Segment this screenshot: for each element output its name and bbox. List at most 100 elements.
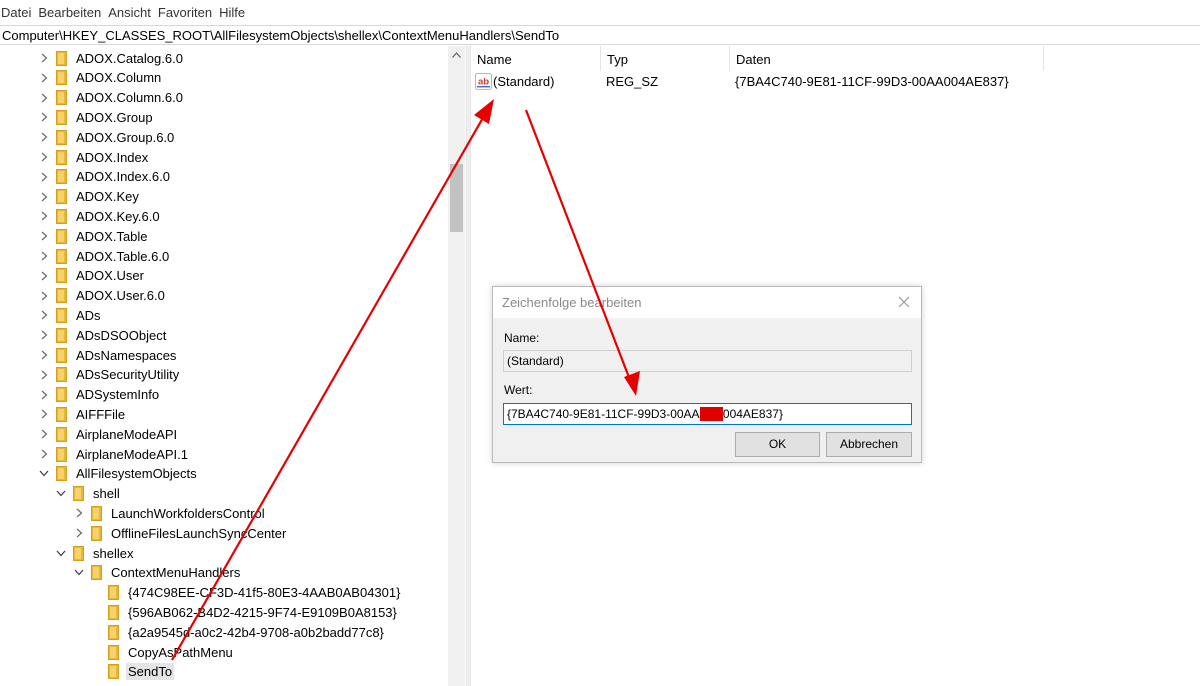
tree-item[interactable]: AIFFFile: [38, 404, 127, 424]
chevron-down-icon[interactable]: [55, 488, 67, 500]
tree-item[interactable]: ADOX.Catalog.6.0: [38, 48, 185, 68]
tree-item[interactable]: ADOX.Group: [38, 107, 155, 127]
tree-item[interactable]: {a2a9545d-a0c2-42b4-9708-a0b2badd77c8}: [90, 622, 386, 642]
tree-item[interactable]: ADOX.Column: [38, 68, 163, 88]
tree-item[interactable]: ADOX.Column.6.0: [38, 88, 185, 108]
tree-item[interactable]: ADOX.Index.6.0: [38, 167, 172, 187]
folder-icon: [108, 644, 119, 660]
chevron-right-icon[interactable]: [38, 389, 50, 401]
tree-item[interactable]: shellex: [55, 543, 135, 563]
chevron-right-icon[interactable]: [38, 428, 50, 440]
tree-item[interactable]: ADSystemInfo: [38, 385, 161, 405]
tree-item-label: shellex: [93, 545, 134, 561]
folder-icon: [56, 387, 67, 403]
tree-item[interactable]: ADsSecurityUtility: [38, 365, 181, 385]
tree-item-label: ADsSecurityUtility: [76, 367, 180, 383]
chevron-right-icon[interactable]: [38, 92, 50, 104]
chevron-right-icon[interactable]: [73, 527, 85, 539]
folder-icon: [56, 446, 67, 462]
tree-item[interactable]: LaunchWorkfoldersControl: [73, 503, 267, 523]
menu-datei[interactable]: Datei: [0, 5, 35, 20]
chevron-right-icon[interactable]: [38, 191, 50, 203]
chevron-right-icon[interactable]: [38, 72, 50, 84]
ok-button[interactable]: OK: [735, 432, 820, 457]
chevron-right-icon[interactable]: [38, 408, 50, 420]
tree-item-label: SendTo: [126, 663, 175, 681]
chevron-right-icon[interactable]: [38, 369, 50, 381]
chevron-right-icon[interactable]: [38, 270, 50, 282]
tree-item[interactable]: ADOX.Table: [38, 226, 150, 246]
folder-icon: [56, 288, 67, 304]
tree-item[interactable]: ADOX.Index: [38, 147, 150, 167]
tree-item[interactable]: ADOX.Table.6.0: [38, 246, 171, 266]
tree-scrollbar[interactable]: [448, 46, 465, 686]
list-row[interactable]: ab (Standard) REG_SZ {7BA4C740-9E81-11CF…: [471, 73, 1046, 91]
chevron-right-icon[interactable]: [38, 131, 50, 143]
address-bar[interactable]: Computer\HKEY_CLASSES_ROOT\AllFilesystem…: [0, 25, 1200, 45]
chevron-right-icon[interactable]: [38, 230, 50, 242]
chevron-right-icon[interactable]: [38, 171, 50, 183]
tree-item[interactable]: AllFilesystemObjects: [38, 464, 199, 484]
tree-item-label: OfflineFilesLaunchSyncCenter: [111, 525, 287, 541]
folder-icon: [56, 327, 67, 343]
folder-icon: [91, 505, 102, 521]
chevron-right-icon[interactable]: [73, 507, 85, 519]
chevron-right-icon[interactable]: [38, 151, 50, 163]
chevron-right-icon[interactable]: [38, 250, 50, 262]
tree-item-label: ADOX.Group.6.0: [76, 129, 175, 145]
tree-item-label: CopyAsPathMenu: [128, 644, 233, 660]
column-typ[interactable]: Typ: [601, 46, 730, 71]
column-daten[interactable]: Daten: [730, 46, 1044, 71]
cancel-button[interactable]: Abbrechen: [826, 432, 912, 457]
tree-item[interactable]: OfflineFilesLaunchSyncCenter: [73, 523, 288, 543]
value-text-after: 004AE837}: [722, 407, 783, 421]
tree-item[interactable]: ADOX.Group.6.0: [38, 127, 176, 147]
folder-icon: [56, 268, 67, 284]
value-input[interactable]: {7BA4C740-9E81-11CF-99D3-00AAXYZ004AE837…: [503, 403, 912, 425]
menu-ansicht[interactable]: Ansicht: [106, 5, 155, 20]
tree-item[interactable]: ADOX.User.6.0: [38, 286, 167, 306]
folder-icon: [56, 129, 67, 145]
tree-item[interactable]: SendTo: [90, 662, 175, 682]
tree-item[interactable]: ContextMenuHandlers: [73, 563, 242, 583]
chevron-right-icon[interactable]: [38, 290, 50, 302]
chevron-right-icon[interactable]: [38, 448, 50, 460]
tree-item[interactable]: ADOX.Key.6.0: [38, 206, 162, 226]
chevron-right-icon[interactable]: [38, 329, 50, 341]
folder-icon: [56, 228, 67, 244]
tree-item[interactable]: ADOX.User: [38, 266, 146, 286]
column-name[interactable]: Name: [471, 46, 601, 71]
tree-item[interactable]: ADsDSOObject: [38, 325, 168, 345]
registry-tree: ADOX.Catalog.6.0 ADOX.Column ADOX.Column.6…: [0, 46, 466, 686]
tree-item[interactable]: CopyAsPathMenu: [90, 642, 235, 662]
folder-icon: [56, 50, 67, 66]
menu-bearbeiten[interactable]: Bearbeiten: [36, 5, 105, 20]
tree-item-label: ADOX.Index.6.0: [76, 169, 170, 185]
tree-item[interactable]: ADsNamespaces: [38, 345, 178, 365]
chevron-right-icon[interactable]: [38, 111, 50, 123]
tree-item[interactable]: {474C98EE-CF3D-41f5-80E3-4AAB0AB04301}: [90, 583, 402, 603]
tree-item[interactable]: {596AB062-B4D2-4215-9F74-E9109B0A8153}: [90, 602, 399, 622]
row-name: (Standard): [493, 74, 555, 89]
tree-item-label: ADOX.Group: [76, 109, 153, 125]
tree-item[interactable]: ADs: [38, 305, 103, 325]
close-icon[interactable]: [898, 295, 912, 309]
chevron-down-icon[interactable]: [38, 468, 50, 480]
chevron-right-icon[interactable]: [38, 210, 50, 222]
tree-item[interactable]: ADOX.Key: [38, 187, 141, 207]
tree-item[interactable]: shell: [55, 484, 122, 504]
tree-item-label: ADOX.Index: [76, 149, 149, 165]
chevron-down-icon[interactable]: [55, 547, 67, 559]
menu-favoriten[interactable]: Favoriten: [156, 5, 216, 20]
tree-item[interactable]: AirplaneModeAPI: [38, 424, 179, 444]
scroll-thumb[interactable]: [450, 164, 463, 232]
chevron-right-icon[interactable]: [38, 349, 50, 361]
scroll-up-arrow-icon[interactable]: [448, 46, 465, 63]
tree-item[interactable]: AirplaneModeAPI.1: [38, 444, 190, 464]
chevron-down-icon[interactable]: [73, 567, 85, 579]
menu-hilfe[interactable]: Hilfe: [217, 5, 249, 20]
chevron-right-icon[interactable]: [38, 52, 50, 64]
chevron-right-icon[interactable]: [38, 309, 50, 321]
